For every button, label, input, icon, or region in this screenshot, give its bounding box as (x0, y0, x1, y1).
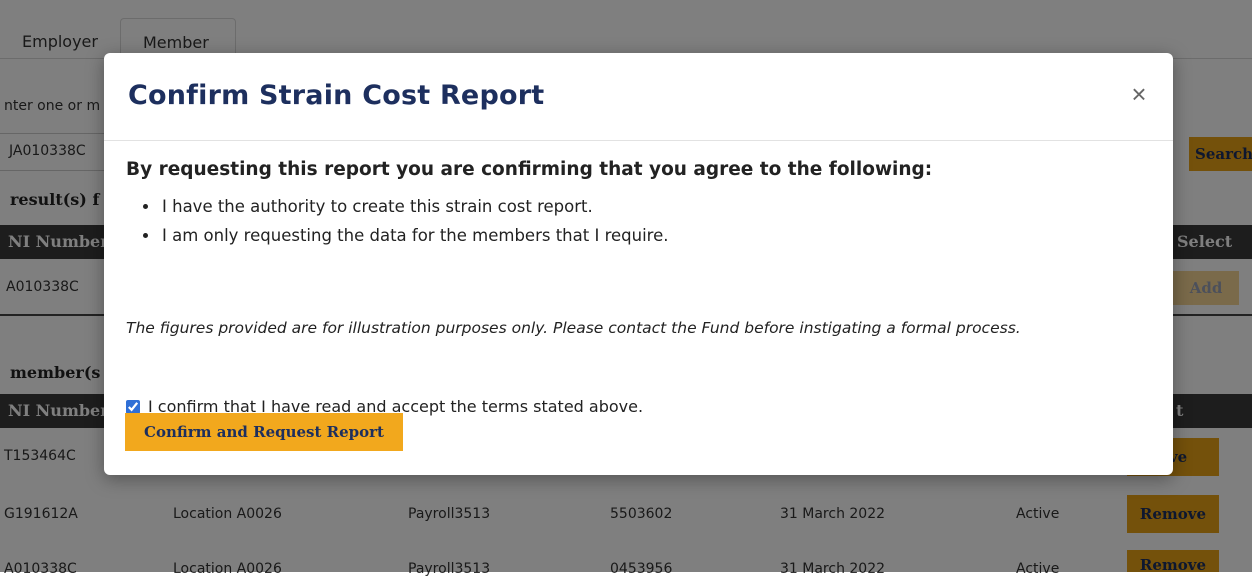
modal-title: Confirm Strain Cost Report (128, 80, 545, 111)
confirm-terms-checkbox[interactable] (126, 399, 140, 414)
disclaimer-text: The figures provided are for illustratio… (126, 319, 1021, 337)
confirm-strain-cost-modal: Confirm Strain Cost Report × By requesti… (104, 53, 1173, 475)
modal-body: By requesting this report you are confir… (126, 159, 1156, 416)
list-item: I am only requesting the data for the me… (160, 221, 1156, 250)
terms-list: I have the authority to create this stra… (126, 192, 1156, 250)
modal-header: Confirm Strain Cost Report × (104, 53, 1173, 141)
close-icon[interactable]: × (1124, 79, 1154, 109)
list-item: I have the authority to create this stra… (160, 192, 1156, 221)
agreement-lead: By requesting this report you are confir… (126, 159, 933, 180)
confirm-request-report-button[interactable]: Confirm and Request Report (125, 413, 403, 451)
